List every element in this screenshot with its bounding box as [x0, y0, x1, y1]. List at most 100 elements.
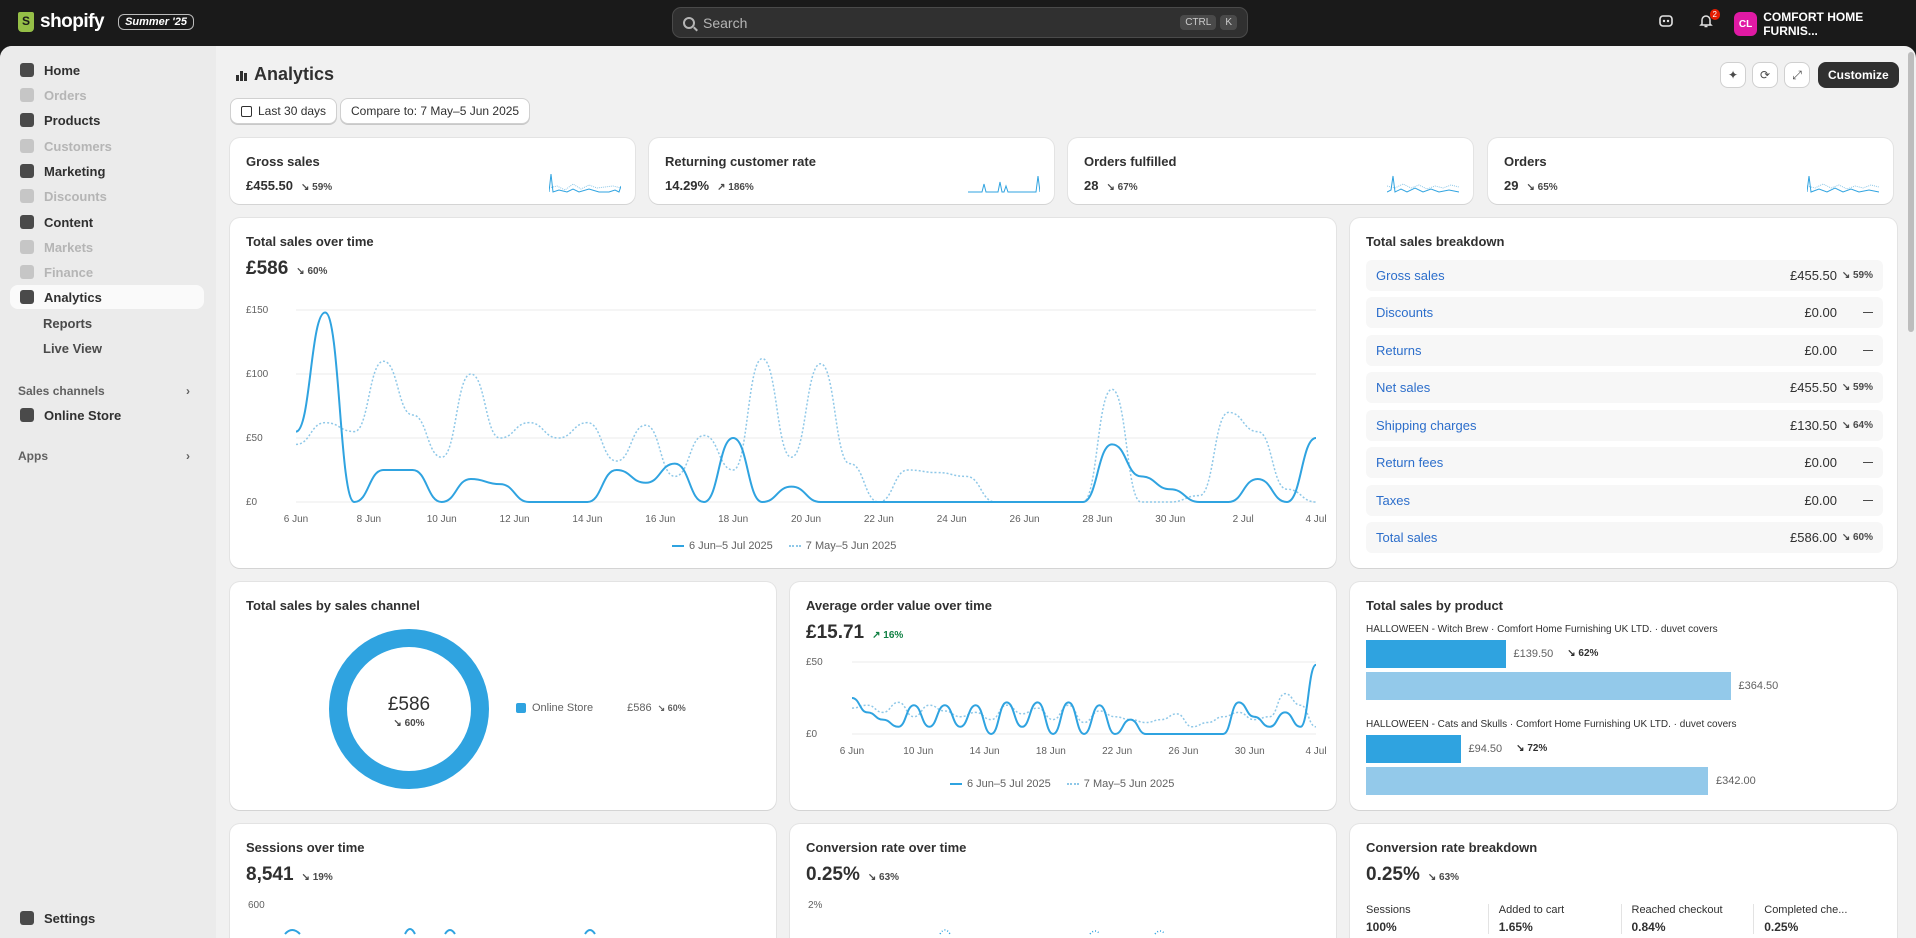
total-sales-over-time-card: Total sales over time £586 ↘ 60% £150 £100… [230, 218, 1336, 568]
edition-badge[interactable]: Summer '25 [118, 14, 194, 30]
fullscreen-button[interactable]: ⤢ [1784, 62, 1810, 88]
customize-button[interactable]: Customize [1818, 62, 1899, 88]
product-bar-current[interactable] [1366, 735, 1461, 763]
kpi-card-returning-customer-rate[interactable]: Returning customer rate 14.29% ↗ 186% [649, 138, 1054, 204]
notification-bell-icon[interactable]: 2 [1696, 9, 1720, 33]
shopify-logo[interactable]: shopify Summer '25 [18, 11, 194, 33]
sidebar-item-online-store[interactable]: Online Store [10, 403, 204, 427]
legend-previous[interactable]: 7 May–5 Jun 2025 [788, 540, 897, 552]
sidebar-subitem-reports[interactable]: Reports [43, 316, 92, 331]
sales-by-channel-card: Total sales by sales channel £586 ↘ 60% … [230, 582, 776, 810]
sidebar-item-finance[interactable]: Finance [10, 260, 204, 284]
chart-bar-icon [20, 290, 34, 304]
sparkline-orders-fulfilled [1387, 175, 1459, 193]
series-line-current[interactable] [851, 663, 1317, 736]
breakdown-row-gross-sales[interactable]: Gross sales £455.50 ↘ 59% [1366, 260, 1883, 291]
funnel-step-sessions[interactable]: Sessions 100% [1366, 904, 1488, 934]
home-icon [20, 63, 34, 77]
sidebar-item-markets[interactable]: Markets [10, 235, 204, 259]
compare-picker[interactable]: Compare to: 7 May–5 Jun 2025 [340, 98, 531, 124]
x-tick-label: 30 Jun [1155, 514, 1185, 525]
legend-previous-label: 7 May–5 Jun 2025 [1083, 778, 1175, 790]
breakdown-change: ↘ 64% [1841, 420, 1873, 431]
chevron-right-icon: › [186, 384, 190, 398]
page-scrollbar[interactable] [1908, 52, 1914, 332]
breakdown-amount: £455.50 [1790, 268, 1837, 283]
breakdown-amount: £0.00 [1804, 305, 1837, 320]
funnel-step-reached-checkout[interactable]: Reached checkout 0.84% [1620, 904, 1754, 934]
legend-dotted-swatch [1066, 783, 1079, 785]
product-bar-previous[interactable] [1366, 767, 1708, 795]
product-previous-value: £342.00 [1716, 775, 1756, 787]
product-current-amount: £139.50 [1513, 648, 1554, 660]
sidebar-item-discounts[interactable]: Discounts [10, 184, 204, 208]
sidebar-item-label: Finance [44, 264, 94, 280]
breakdown-row-return-fees[interactable]: Return fees £0.00 — [1366, 447, 1883, 478]
sidebar-subitem-live-view[interactable]: Live View [43, 341, 102, 356]
sidebar-item-home[interactable]: Home [10, 58, 204, 82]
conversion-breakdown-value: 0.25% ↘ 63% [1366, 864, 1459, 886]
breakdown-change: — [1863, 495, 1873, 506]
sidebar-item-products[interactable]: Products [10, 108, 204, 132]
search-bar[interactable]: Search CTRL K [672, 7, 1248, 38]
sidebar-item-settings[interactable]: Settings [10, 906, 204, 930]
sidebar-item-label: Settings [44, 910, 96, 926]
channel-legend[interactable]: Online Store £586 ↘ 60% [516, 702, 686, 714]
content-icon [20, 215, 34, 229]
breakdown-label: Discounts [1376, 305, 1434, 320]
breakdown-row-total-sales[interactable]: Total sales £586.00 ↘ 60% [1366, 522, 1883, 553]
funnel-step-completed-checkout[interactable]: Completed che... 0.25% [1753, 904, 1886, 934]
product-bar-current[interactable] [1366, 640, 1506, 668]
product-bar-previous[interactable] [1366, 672, 1731, 700]
breakdown-label: Total sales [1376, 530, 1438, 545]
total-sales-delta: ↘ 60% [296, 266, 328, 277]
funnel-step-added-to-cart[interactable]: Added to cart 1.65% [1487, 904, 1621, 934]
sidekick-icon[interactable] [1656, 13, 1676, 33]
sessions-amount: 8,541 [246, 864, 294, 885]
breakdown-row-returns[interactable]: Returns £0.00 — [1366, 335, 1883, 366]
refresh-button[interactable]: ⟳ [1752, 62, 1778, 88]
sidebar-item-label: Analytics [44, 289, 102, 305]
sidebar-item-marketing[interactable]: Marketing [10, 159, 204, 183]
product-name[interactable]: HALLOWEEN - Cats and Skulls · Comfort Ho… [1366, 719, 1736, 730]
x-tick-label: 24 Jun [937, 514, 967, 525]
sidebar-item-analytics[interactable]: Analytics [10, 285, 204, 309]
apps-header[interactable]: Apps › [18, 449, 190, 463]
sidebar-item-customers[interactable]: Customers [10, 134, 204, 158]
x-tick-label: 26 Jun [1010, 514, 1040, 525]
legend-current[interactable]: 6 Jun–5 Jul 2025 [950, 778, 1051, 790]
kpi-card-orders-fulfilled[interactable]: Orders fulfilled 28 ↘ 67% [1068, 138, 1473, 204]
product-name[interactable]: HALLOWEEN - Witch Brew · Comfort Home Fu… [1366, 624, 1718, 635]
breakdown-row-taxes[interactable]: Taxes £0.00 — [1366, 485, 1883, 516]
aov-delta: ↗ 16% [872, 630, 904, 641]
total-sales-line-chart: £150 £100 £50 £0 6 Jun 8 Jun 10 Jun 12 Jun 14 Ju… [246, 305, 1327, 525]
store-menu[interactable]: CL COMFORT HOME FURNIS... [1734, 10, 1916, 38]
y-tick-label: £100 [246, 369, 269, 380]
legend-solid-swatch [672, 545, 684, 547]
page-title: Analytics [236, 64, 334, 85]
legend-previous[interactable]: 7 May–5 Jun 2025 [1066, 778, 1175, 790]
breakdown-label: Returns [1376, 343, 1422, 358]
sidebar-item-content[interactable]: Content [10, 210, 204, 234]
date-range-picker[interactable]: Last 30 days [230, 98, 338, 124]
main-content: Analytics ✦ ⟳ ⤢ Customize Last 30 days C… [216, 46, 1916, 938]
kpi-card-gross-sales[interactable]: Gross sales £455.50 ↘ 59% [230, 138, 635, 204]
breakdown-row-net-sales[interactable]: Net sales £455.50 ↘ 59% [1366, 372, 1883, 403]
funnel-step-value: 1.65% [1498, 920, 1533, 934]
breakdown-row-discounts[interactable]: Discounts £0.00 — [1366, 297, 1883, 328]
series-line-previous[interactable] [295, 357, 1317, 503]
legend-previous-label: 7 May–5 Jun 2025 [805, 540, 897, 552]
legend-current[interactable]: 6 Jun–5 Jul 2025 [672, 540, 773, 552]
ai-assist-button[interactable]: ✦ [1720, 62, 1746, 88]
breakdown-row-shipping-charges[interactable]: Shipping charges £130.50 ↘ 64% [1366, 410, 1883, 441]
date-range-label: Last 30 days [258, 104, 327, 118]
x-tick-label: 26 Jun [1168, 746, 1198, 757]
search-shortcut: CTRL K [1180, 15, 1237, 30]
sessions-over-time-card: Sessions over time 8,541 ↘ 19% 600 [230, 824, 776, 938]
sales-channels-header[interactable]: Sales channels › [18, 384, 190, 398]
sidebar-item-orders[interactable]: Orders [10, 83, 204, 107]
kpi-card-orders[interactable]: Orders 29 ↘ 65% [1488, 138, 1893, 204]
sessions-y-tick: 600 [248, 900, 265, 911]
x-tick-label: 8 Jun [357, 514, 381, 525]
legend-solid-swatch [950, 783, 962, 785]
